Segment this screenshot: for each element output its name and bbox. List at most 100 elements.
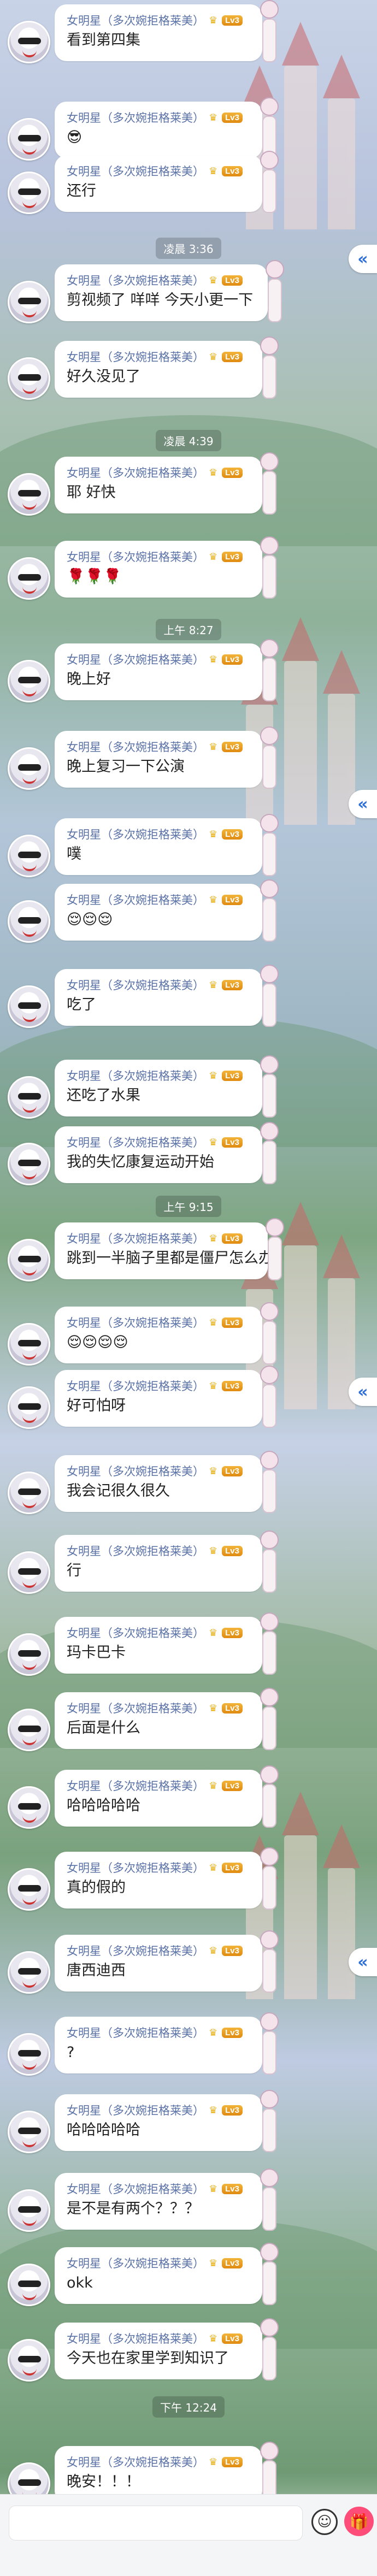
message-row: 女明星（多次婉拒格莱美） ♛ Lv3 我的失忆康复运动开始 bbox=[0, 1122, 377, 1187]
avatar[interactable] bbox=[8, 835, 50, 877]
message-bubble[interactable]: 女明星（多次婉拒格莱美） ♛ Lv3 今天也在家里学到知识了 bbox=[55, 2323, 262, 2379]
avatar[interactable] bbox=[8, 473, 50, 516]
message-header: 女明星（多次婉拒格莱美） ♛ Lv3 bbox=[67, 650, 251, 669]
avatar[interactable] bbox=[8, 1143, 50, 1185]
avatar[interactable] bbox=[8, 1386, 50, 1429]
message-text: 好久没见了 bbox=[67, 368, 140, 385]
message-bubble[interactable]: 女明星（多次婉拒格莱美） ♛ Lv3 🌹🌹🌹 bbox=[55, 541, 262, 598]
message-bubble[interactable]: 女明星（多次婉拒格莱美） ♛ Lv3 吃了 bbox=[55, 969, 262, 1026]
timestamp: 凌晨 3:36 bbox=[156, 237, 221, 259]
message-bubble[interactable]: 女明星（多次婉拒格莱美） ♛ Lv3 好可怕呀 bbox=[55, 1370, 262, 1427]
sticker-decoration bbox=[258, 814, 280, 878]
message-text: 吃了 bbox=[67, 996, 96, 1013]
message-bubble[interactable]: 女明星（多次婉拒格莱美） ♛ Lv3 跳到一半脑子里都是僵尸怎么办 bbox=[55, 1222, 273, 1279]
avatar[interactable] bbox=[8, 1239, 50, 1281]
avatar[interactable] bbox=[8, 2189, 50, 2232]
message-bubble[interactable]: 女明星（多次婉拒格莱美） ♛ Lv3 真的假的 bbox=[55, 1852, 262, 1909]
avatar[interactable] bbox=[8, 747, 50, 790]
message-bubble[interactable]: 女明星（多次婉拒格莱美） ♛ Lv3 行 bbox=[55, 1535, 262, 1592]
avatar[interactable] bbox=[8, 660, 50, 702]
avatar[interactable] bbox=[8, 357, 50, 400]
message-header: 女明星（多次婉拒格莱美） ♛ Lv3 bbox=[67, 1858, 251, 1877]
sticker-decoration bbox=[258, 1765, 280, 1830]
message-input[interactable] bbox=[9, 2506, 303, 2540]
message-row: 女明星（多次婉拒格莱美） ♛ Lv3 😌😌😌 bbox=[0, 879, 377, 945]
avatar[interactable] bbox=[8, 1323, 50, 1366]
message-bubble[interactable]: 女明星（多次婉拒格莱美） ♛ Lv3 唐西迪西 bbox=[55, 1935, 262, 1992]
avatar[interactable] bbox=[8, 1551, 50, 1594]
message-bubble[interactable]: 女明星（多次婉拒格莱美） ♛ Lv3 还行 bbox=[55, 155, 262, 212]
message-bubble[interactable]: 女明星（多次婉拒格莱美） ♛ Lv3 我会记很久很久 bbox=[55, 1455, 262, 1512]
message-bubble[interactable]: 女明星（多次婉拒格莱美） ♛ Lv3 剪视频了 咩咩 今天小更一下 bbox=[55, 264, 268, 321]
message-bubble[interactable]: 女明星（多次婉拒格莱美） ♛ Lv3 好久没见了 bbox=[55, 341, 262, 398]
message-bubble[interactable]: 女明星（多次婉拒格莱美） ♛ Lv3 是不是有两个？？？ bbox=[55, 2173, 262, 2230]
avatar[interactable] bbox=[8, 1951, 50, 1994]
avatar[interactable] bbox=[8, 1709, 50, 1751]
avatar[interactable] bbox=[8, 1868, 50, 1911]
timestamp-separator: 上午 8:27 bbox=[0, 618, 377, 640]
message-bubble[interactable]: 女明星（多次婉拒格莱美） ♛ Lv3 晚上复习一下公演 bbox=[55, 731, 262, 788]
avatar[interactable] bbox=[8, 21, 50, 63]
message-text: 剪视频了 咩咩 今天小更一下 bbox=[67, 292, 254, 309]
message-bubble[interactable]: 女明星（多次婉拒格莱美） ♛ Lv3 后面是什么 bbox=[55, 1692, 262, 1749]
sender-name: 女明星（多次婉拒格莱美） bbox=[67, 14, 204, 27]
avatar[interactable] bbox=[8, 1076, 50, 1119]
message-text: 哈哈哈哈哈 bbox=[67, 1797, 140, 1814]
message-text: 跳到一半脑子里都是僵尸怎么办 bbox=[67, 1250, 273, 1267]
message-bubble[interactable]: 女明星（多次婉拒格莱美） ♛ Lv3 看到第四集 bbox=[55, 4, 262, 61]
crown-icon: ♛ bbox=[209, 2183, 218, 2195]
message-bubble[interactable]: 女明星（多次婉拒格莱美） ♛ Lv3 玛卡巴卡 bbox=[55, 1617, 262, 1674]
message-row: 女明星（多次婉拒格莱美） ♛ Lv3? bbox=[0, 2012, 377, 2078]
sender-name: 女明星（多次婉拒格莱美） bbox=[67, 979, 204, 992]
message-header: 女明星（多次婉拒格莱美） ♛ Lv3 bbox=[67, 2329, 251, 2348]
message-bubble[interactable]: 女明星（多次婉拒格莱美） ♛ Lv3 还吃了水果 bbox=[55, 1060, 262, 1116]
message-bubble[interactable]: 女明星（多次婉拒格莱美） ♛ Lv3 😎 bbox=[55, 102, 262, 158]
double-chevron-left-icon[interactable]: « bbox=[349, 245, 377, 273]
message-bubble[interactable]: 女明星（多次婉拒格莱美） ♛ Lv3? bbox=[55, 2017, 262, 2073]
double-chevron-left-icon[interactable]: « bbox=[349, 790, 377, 818]
level-badge: Lv3 bbox=[222, 275, 243, 286]
message-bubble[interactable]: 女明星（多次婉拒格莱美） ♛ Lv3 哈哈哈哈哈 bbox=[55, 1770, 262, 1827]
crown-icon: ♛ bbox=[209, 466, 218, 478]
emoji-icon[interactable]: ☺ bbox=[311, 2509, 338, 2535]
message-bubble[interactable]: 女明星（多次婉拒格莱美） ♛ Lv3 哈哈哈哈哈 bbox=[55, 2094, 262, 2151]
avatar[interactable] bbox=[8, 1633, 50, 1676]
message-bubble[interactable]: 女明星（多次婉拒格莱美） ♛ Lv3 噗 bbox=[55, 818, 262, 875]
sender-name: 女明星（多次婉拒格莱美） bbox=[67, 1780, 204, 1793]
avatar[interactable] bbox=[8, 1786, 50, 1829]
sender-name: 女明星（多次婉拒格莱美） bbox=[67, 1627, 204, 1640]
message-row: 女明星（多次婉拒格莱美） ♛ Lv3 哈哈哈哈哈 bbox=[0, 1765, 377, 1831]
avatar[interactable] bbox=[8, 172, 50, 214]
message-bubble[interactable]: 女明星（多次婉拒格莱美） ♛ Lv3 😌😌😌😌 bbox=[55, 1307, 262, 1363]
message-header: 女明星（多次婉拒格莱美） ♛ Lv3 bbox=[67, 1376, 251, 1395]
avatar[interactable] bbox=[8, 1472, 50, 1514]
double-chevron-left-icon[interactable]: « bbox=[349, 1948, 377, 1976]
avatar[interactable] bbox=[8, 2033, 50, 2076]
gift-icon[interactable]: 🎁 bbox=[344, 2507, 374, 2536]
crown-icon: ♛ bbox=[209, 979, 218, 991]
message-bubble[interactable]: 女明星（多次婉拒格莱美） ♛ Lv3 我的失忆康复运动开始 bbox=[55, 1126, 262, 1183]
message-header: 女明星（多次婉拒格莱美） ♛ Lv3 bbox=[67, 2179, 251, 2198]
avatar[interactable] bbox=[8, 985, 50, 1028]
avatar[interactable] bbox=[8, 281, 50, 323]
avatar[interactable] bbox=[8, 557, 50, 600]
message-row: 女明星（多次婉拒格莱美） ♛ Lv3 哈哈哈哈哈 bbox=[0, 2090, 377, 2155]
avatar[interactable] bbox=[8, 2264, 50, 2306]
sender-name: 女明星（多次婉拒格莱美） bbox=[67, 1702, 204, 1715]
message-text: 😌😌😌😌 bbox=[67, 1334, 128, 1351]
message-row: 女明星（多次婉拒格莱美） ♛ Lv3 还吃了水果 bbox=[0, 1055, 377, 1121]
avatar[interactable] bbox=[8, 900, 50, 943]
message-bubble[interactable]: 女明星（多次婉拒格莱美） ♛ Lv3 耶 好快 bbox=[55, 457, 262, 513]
message-bubble[interactable]: 女明星（多次婉拒格莱美） ♛ Lv3 okk bbox=[55, 2247, 262, 2304]
avatar[interactable] bbox=[8, 2111, 50, 2153]
message-bubble[interactable]: 女明星（多次婉拒格莱美） ♛ Lv3 😌😌😌 bbox=[55, 884, 262, 941]
double-chevron-left-icon[interactable]: « bbox=[349, 1378, 377, 1406]
sticker-decoration bbox=[258, 2243, 280, 2307]
avatar[interactable] bbox=[8, 2339, 50, 2382]
message-bubble[interactable]: 女明星（多次婉拒格莱美） ♛ Lv3 晚上好 bbox=[55, 643, 262, 700]
message-header: 女明星（多次婉拒格莱美） ♛ Lv3 bbox=[67, 547, 251, 566]
sticker-decoration bbox=[258, 1302, 280, 1367]
crown-icon: ♛ bbox=[209, 351, 218, 363]
level-badge: Lv3 bbox=[222, 1945, 243, 1956]
message-text: 今天也在家里学到知识了 bbox=[67, 2350, 229, 2367]
